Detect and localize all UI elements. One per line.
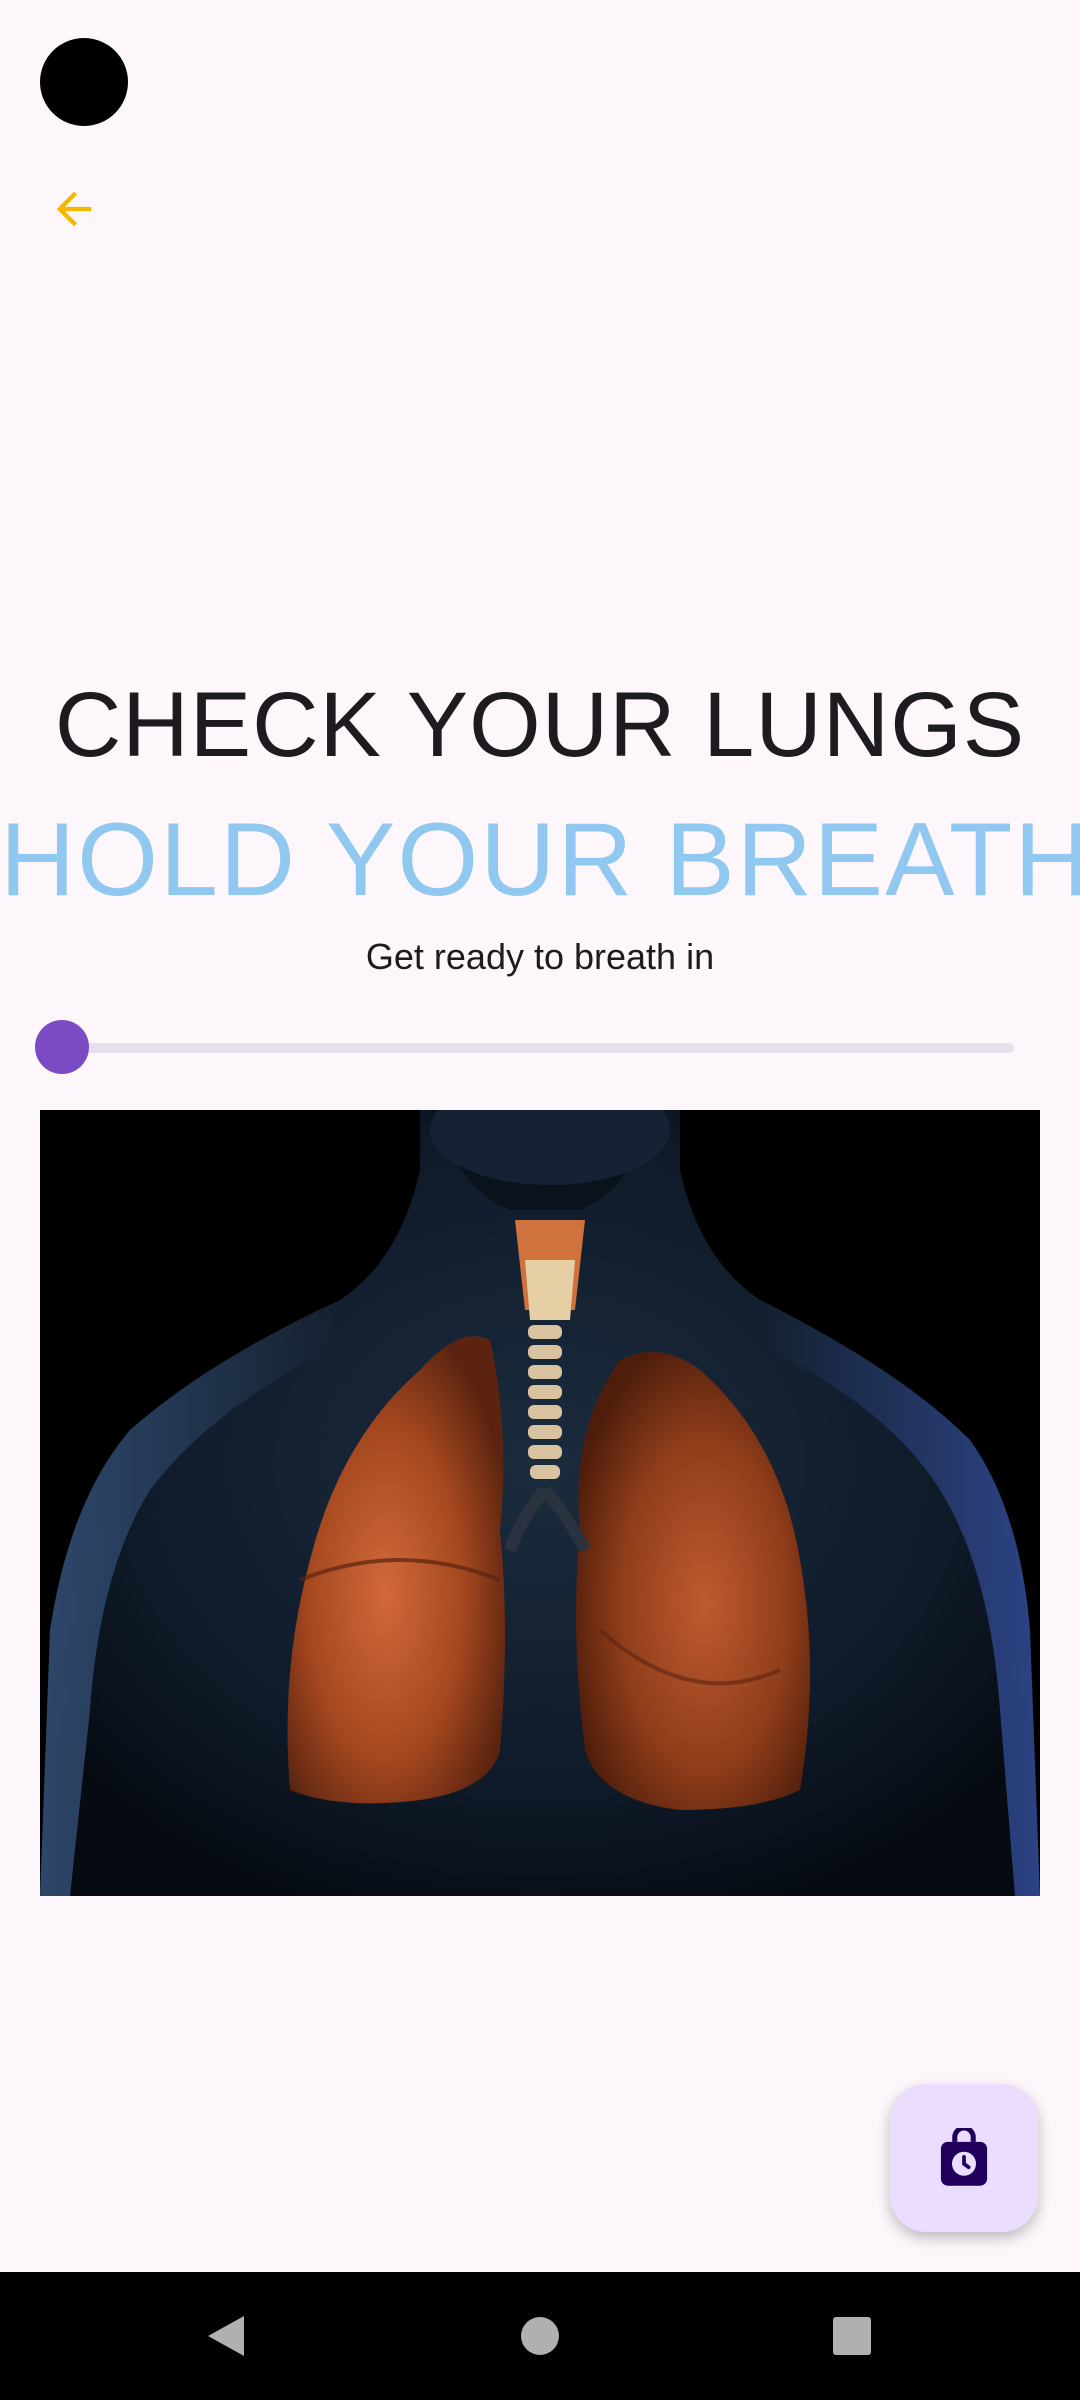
nav-recents-icon (833, 2317, 871, 2355)
camera-cutout (40, 38, 128, 126)
nav-back-button[interactable] (182, 2292, 270, 2380)
breath-progress-slider[interactable] (35, 1020, 1020, 1076)
nav-back-icon (208, 2316, 244, 2356)
timer-lock-button[interactable] (890, 2084, 1038, 2232)
instruction-subtitle: Get ready to breath in (365, 936, 715, 977)
status-bar (0, 0, 1080, 130)
lungs-illustration (40, 1110, 1040, 1896)
slider-thumb[interactable] (35, 1020, 89, 1074)
system-navigation-bar (0, 2272, 1080, 2400)
back-button[interactable] (30, 165, 118, 253)
slider-track (62, 1043, 1014, 1053)
nav-recents-button[interactable] (808, 2292, 896, 2380)
nav-home-button[interactable] (496, 2292, 584, 2380)
timer-lock-icon (940, 2128, 988, 2186)
page-title: CHECK YOUR LUNGS (54, 674, 1026, 776)
arrow-left-icon (56, 191, 92, 227)
nav-home-icon (521, 2317, 559, 2355)
breath-instruction: HOLD YOUR BREATH (0, 802, 1080, 918)
